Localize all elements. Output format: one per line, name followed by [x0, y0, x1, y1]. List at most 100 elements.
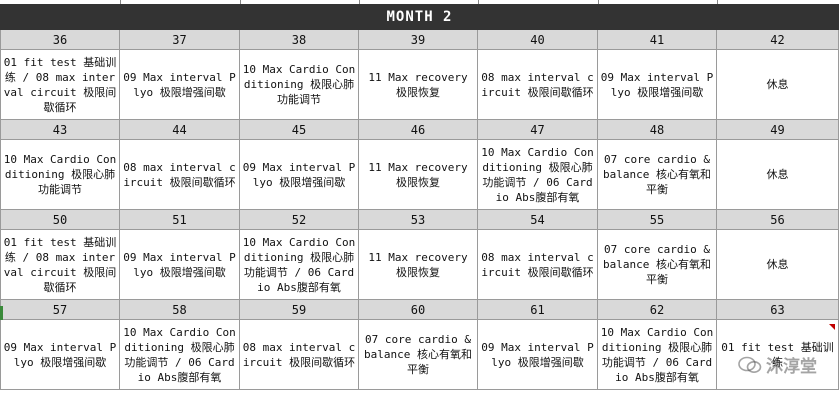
- activity-cell[interactable]: 休息: [717, 230, 839, 300]
- day-number-cell[interactable]: 58: [120, 300, 240, 320]
- activity-row: 01 fit test 基础训练 / 08 max interval circu…: [0, 50, 839, 120]
- day-number-cell[interactable]: 54: [478, 210, 598, 230]
- day-number: 44: [172, 122, 187, 137]
- activity-cell[interactable]: 08 max interval circuit 极限间歇循环: [120, 140, 240, 210]
- day-number-cell[interactable]: 40: [478, 30, 598, 50]
- activity-text: 11 Max recovery 极限恢复: [368, 160, 468, 189]
- activity-cell[interactable]: 10 Max Cardio Conditioning 极限心肺功能调节 / 06…: [598, 320, 717, 390]
- day-number-cell[interactable]: 53: [359, 210, 478, 230]
- day-number-cell[interactable]: 62: [598, 300, 717, 320]
- day-number: 36: [52, 32, 68, 47]
- day-number: 43: [52, 122, 68, 137]
- day-number-cell[interactable]: 48: [598, 120, 717, 140]
- day-number: 53: [410, 212, 426, 227]
- activity-cell[interactable]: 01 fit test 基础训练 / 08 max interval circu…: [0, 230, 120, 300]
- activity-cell[interactable]: 09 Max interval Plyo 极限增强间歇: [0, 320, 120, 390]
- activity-text: 08 max interval circuit 极限间歇循环: [123, 160, 236, 189]
- day-number-cell[interactable]: 38: [240, 30, 359, 50]
- day-number-cell[interactable]: 37: [120, 30, 240, 50]
- activity-cell[interactable]: 10 Max Cardio Conditioning 极限心肺功能调节 / 06…: [478, 140, 598, 210]
- day-number-cell[interactable]: 55: [598, 210, 717, 230]
- day-number-cell[interactable]: 43: [0, 120, 120, 140]
- activity-cell[interactable]: 11 Max recovery 极限恢复: [359, 230, 478, 300]
- activity-cell[interactable]: 08 max interval circuit 极限间歇循环: [478, 50, 598, 120]
- day-number: 40: [530, 32, 545, 47]
- day-number: 39: [410, 32, 426, 47]
- selection-marker: [0, 306, 3, 320]
- activity-cell[interactable]: 10 Max Cardio Conditioning 极限心肺功能调节: [240, 50, 359, 120]
- activity-cell[interactable]: 07 core cardio & balance 核心有氧和平衡: [598, 230, 717, 300]
- day-number-cell[interactable]: 56: [717, 210, 839, 230]
- day-number: 45: [291, 122, 307, 137]
- day-number: 42: [770, 32, 785, 47]
- day-number: 61: [530, 302, 545, 317]
- activity-cell[interactable]: 休息: [717, 140, 839, 210]
- activity-text: 01 fit test 基础训练 / 08 max interval circu…: [3, 55, 117, 114]
- day-number-cell[interactable]: 49: [717, 120, 839, 140]
- activity-text: 10 Max Cardio Conditioning 极限心肺功能调节 / 06…: [242, 235, 356, 294]
- activity-text: 休息: [766, 168, 789, 181]
- activity-cell[interactable]: 10 Max Cardio Conditioning 极限心肺功能调节 / 06…: [120, 320, 240, 390]
- day-number-cell[interactable]: 51: [120, 210, 240, 230]
- activity-cell[interactable]: 10 Max Cardio Conditioning 极限心肺功能调节 / 06…: [240, 230, 359, 300]
- activity-text: 08 max interval circuit 极限间歇循环: [242, 340, 356, 369]
- day-number-cell[interactable]: 41: [598, 30, 717, 50]
- day-number-row: 43 44 45 46 47 48 49: [0, 120, 839, 140]
- day-number: 52: [291, 212, 307, 227]
- activity-cell[interactable]: 09 Max interval Plyo 极限增强间歇: [598, 50, 717, 120]
- activity-cell[interactable]: 10 Max Cardio Conditioning 极限心肺功能调节: [0, 140, 120, 210]
- activity-text: 09 Max interval Plyo 极限增强间歇: [600, 70, 714, 99]
- day-number-cell[interactable]: 60: [359, 300, 478, 320]
- day-number-cell[interactable]: 42: [717, 30, 839, 50]
- activity-text: 09 Max interval Plyo 极限增强间歇: [242, 160, 356, 189]
- activity-cell[interactable]: 09 Max interval Plyo 极限增强间歇: [120, 230, 240, 300]
- day-number-cell[interactable]: 61: [478, 300, 598, 320]
- activity-text: 休息: [766, 78, 789, 91]
- activity-text: 10 Max Cardio Conditioning 极限心肺功能调节: [242, 63, 356, 106]
- activity-cell[interactable]: 09 Max interval Plyo 极限增强间歇: [478, 320, 598, 390]
- day-number-row: 57 58 59 60 61 62 63: [0, 300, 839, 320]
- day-number-cell[interactable]: 36: [0, 30, 120, 50]
- schedule-grid: 36 37 38 39 40 41 42 01 fit test 基础训练 / …: [0, 30, 839, 390]
- day-number-cell[interactable]: 57: [0, 300, 120, 320]
- activity-text: 10 Max Cardio Conditioning 极限心肺功能调节 / 06…: [481, 145, 594, 204]
- activity-cell[interactable]: 07 core cardio & balance 核心有氧和平衡: [359, 320, 478, 390]
- comment-indicator[interactable]: [829, 324, 835, 330]
- day-number-row: 36 37 38 39 40 41 42: [0, 30, 839, 50]
- day-number: 54: [530, 212, 545, 227]
- activity-text: 07 core cardio & balance 核心有氧和平衡: [603, 153, 711, 196]
- day-number-cell[interactable]: 50: [0, 210, 120, 230]
- day-number: 62: [649, 302, 665, 317]
- day-number-cell[interactable]: 47: [478, 120, 598, 140]
- activity-cell[interactable]: 11 Max recovery 极限恢复: [359, 140, 478, 210]
- day-number-cell[interactable]: 63: [717, 300, 839, 320]
- day-number-cell[interactable]: 44: [120, 120, 240, 140]
- activity-text: 11 Max recovery 极限恢复: [368, 70, 468, 99]
- activity-cell[interactable]: 休息: [717, 50, 839, 120]
- activity-row: 01 fit test 基础训练 / 08 max interval circu…: [0, 230, 839, 300]
- activity-cell[interactable]: 07 core cardio & balance 核心有氧和平衡: [598, 140, 717, 210]
- activity-cell[interactable]: 08 max interval circuit 极限间歇循环: [240, 320, 359, 390]
- day-number: 58: [172, 302, 187, 317]
- day-number: 56: [770, 212, 785, 227]
- day-number-cell[interactable]: 39: [359, 30, 478, 50]
- watermark: 沐淳堂: [738, 352, 817, 377]
- activity-text: 09 Max interval Plyo 极限增强间歇: [481, 340, 594, 369]
- day-number-cell[interactable]: 45: [240, 120, 359, 140]
- day-number: 46: [410, 122, 426, 137]
- wechat-icon: [738, 356, 762, 373]
- activity-cell[interactable]: 09 Max interval Plyo 极限增强间歇: [120, 50, 240, 120]
- activity-cell[interactable]: 08 max interval circuit 极限间歇循环: [478, 230, 598, 300]
- day-number-cell[interactable]: 46: [359, 120, 478, 140]
- activity-cell[interactable]: 09 Max interval Plyo 极限增强间歇: [240, 140, 359, 210]
- activity-text: 01 fit test 基础训练 / 08 max interval circu…: [3, 235, 117, 294]
- activity-cell[interactable]: 01 fit test 基础训练 / 08 max interval circu…: [0, 50, 120, 120]
- activity-text: 08 max interval circuit 极限间歇循环: [481, 250, 594, 279]
- activity-text: 07 core cardio & balance 核心有氧和平衡: [364, 333, 472, 376]
- day-number: 60: [410, 302, 426, 317]
- day-number-cell[interactable]: 59: [240, 300, 359, 320]
- activity-cell[interactable]: 11 Max recovery 极限恢复: [359, 50, 478, 120]
- activity-row: 09 Max interval Plyo 极限增强间歇 10 Max Cardi…: [0, 320, 839, 390]
- day-number-cell[interactable]: 52: [240, 210, 359, 230]
- day-number: 38: [291, 32, 307, 47]
